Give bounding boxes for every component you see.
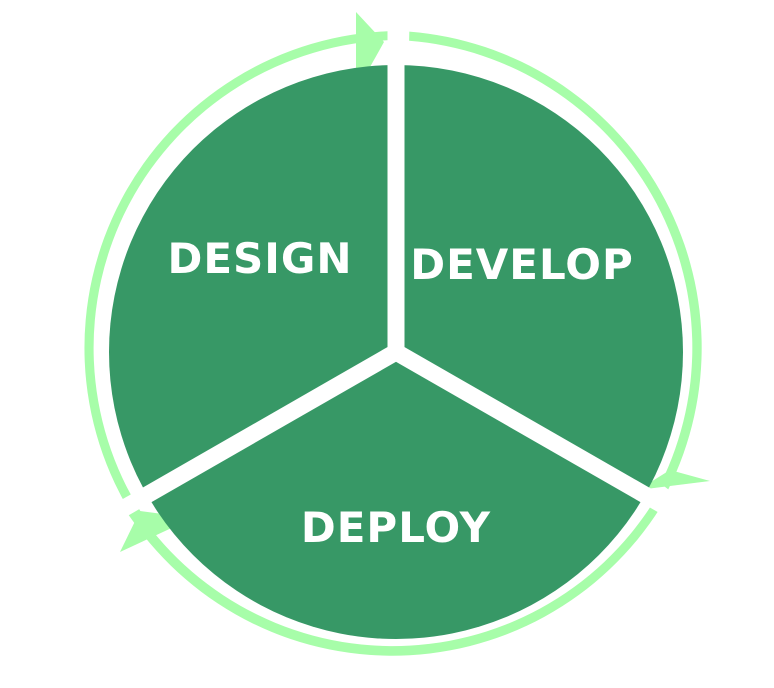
- stage-label-design: DESIGN: [167, 234, 352, 283]
- stage-label-deploy: DEPLOY: [301, 503, 491, 552]
- cycle-diagram: DESIGN DEVELOP DEPLOY: [84, 12, 710, 656]
- stage-label-develop: DEVELOP: [410, 240, 634, 289]
